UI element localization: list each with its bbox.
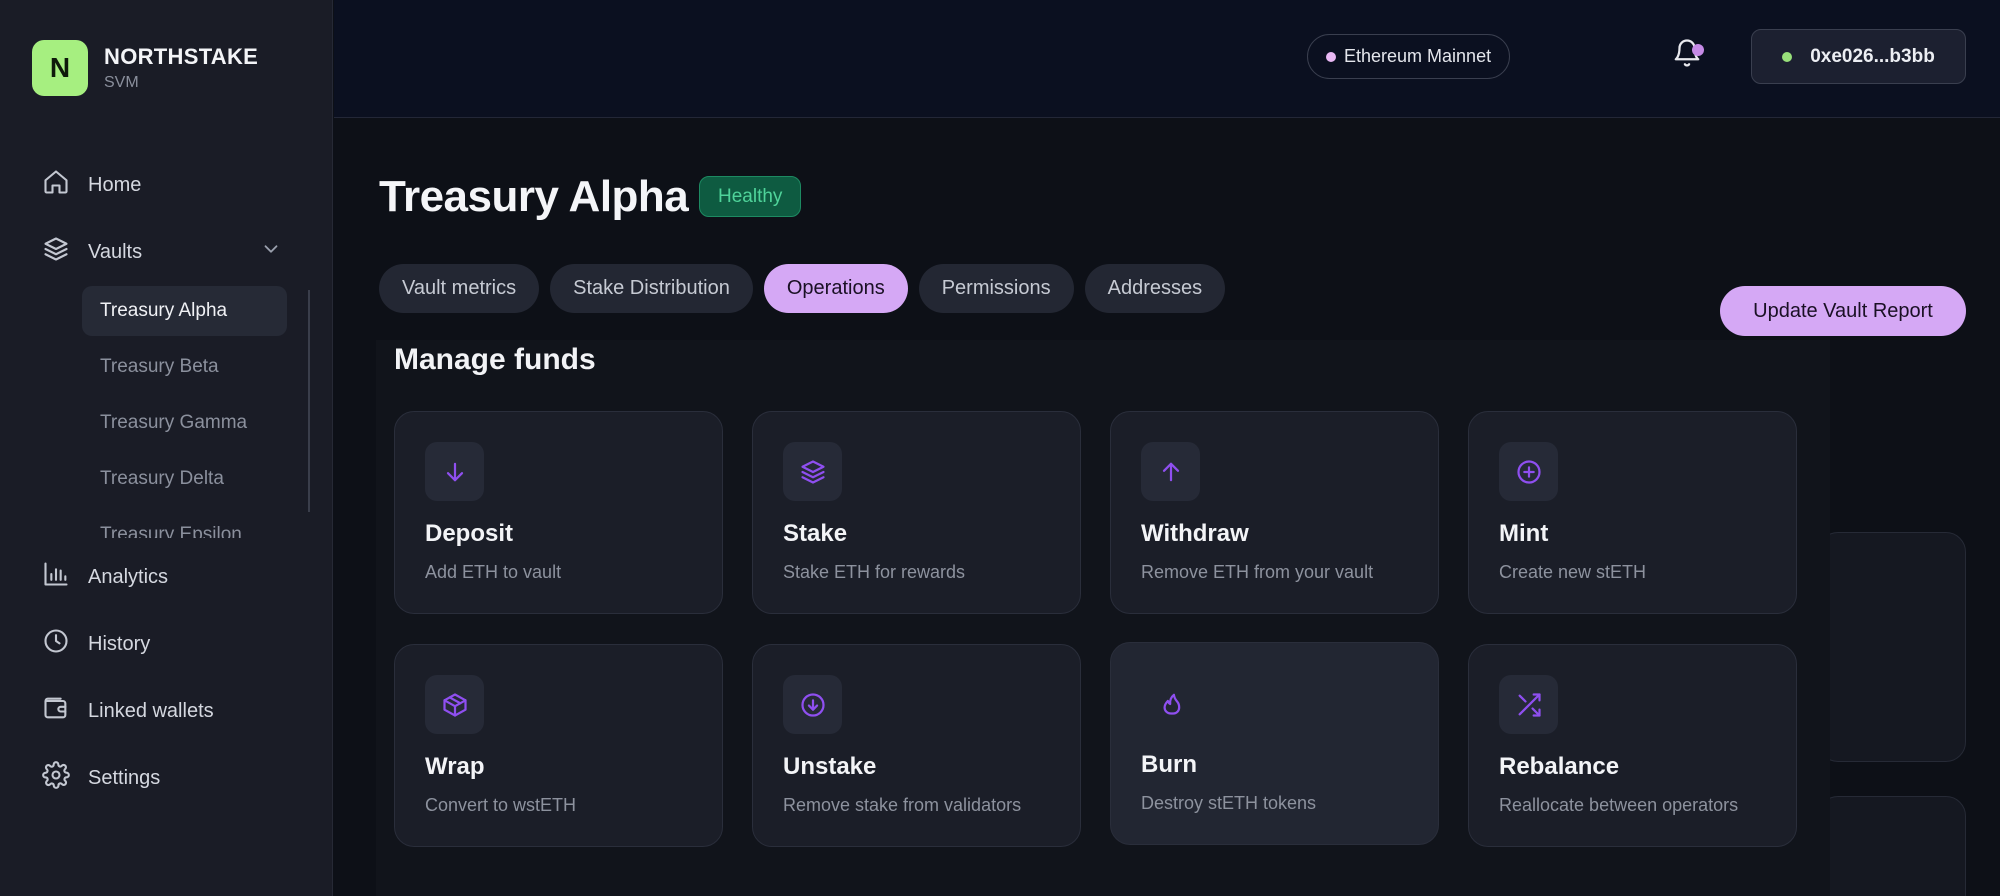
operation-card-deposit[interactable]: Deposit Add ETH to vault bbox=[394, 411, 723, 614]
operation-card-unstake[interactable]: Unstake Remove stake from validators bbox=[752, 644, 1081, 847]
box-icon bbox=[425, 675, 484, 734]
arrow-down-icon bbox=[425, 442, 484, 501]
sidebar-subitem-treasury-delta[interactable]: Treasury Delta bbox=[82, 454, 287, 504]
sidebar-item-vaults[interactable]: Vaults bbox=[42, 235, 142, 269]
operation-description: Create new stETH bbox=[1499, 562, 1647, 582]
sidebar-item-analytics[interactable]: Analytics bbox=[42, 560, 168, 594]
brand-name: NORTHSTAKE bbox=[104, 44, 259, 69]
layers-icon bbox=[42, 235, 70, 269]
brand-subtitle: SVM bbox=[104, 74, 139, 91]
shuffle-icon bbox=[1499, 675, 1558, 734]
wallet-button[interactable]: 0xe026...b3bb bbox=[1751, 29, 1966, 84]
sidebar-subitem-treasury-epsilon[interactable]: Treasury Epsilon bbox=[82, 510, 287, 538]
update-vault-report-button[interactable]: Update Vault Report bbox=[1720, 286, 1966, 336]
tab-permissions[interactable]: Permissions bbox=[918, 264, 1074, 313]
operation-description: Add ETH to vault bbox=[425, 562, 562, 582]
clock-icon bbox=[42, 627, 70, 661]
wallet-icon bbox=[42, 694, 70, 728]
notifications-button[interactable] bbox=[1672, 38, 1708, 74]
sidebar-item-label: History bbox=[88, 632, 151, 655]
sidebar-subitem-treasury-gamma[interactable]: Treasury Gamma bbox=[82, 398, 287, 448]
status-badge: Healthy bbox=[699, 176, 802, 217]
sidebar-item-home[interactable]: Home bbox=[42, 168, 141, 202]
chevron-down-icon[interactable] bbox=[260, 238, 282, 265]
background-card bbox=[1818, 532, 1966, 762]
sidebar-subitem-treasury-alpha[interactable]: Treasury Alpha bbox=[82, 286, 287, 336]
sidebar: N NORTHSTAKE SVM Home Vaults Treasury Al… bbox=[0, 0, 333, 896]
operation-description: Remove ETH from your vault bbox=[1141, 562, 1374, 582]
operation-description: Stake ETH for rewards bbox=[783, 562, 966, 582]
operation-title: Withdraw bbox=[1141, 520, 1249, 547]
layers-icon bbox=[783, 442, 842, 501]
arrow-down-circle-icon bbox=[783, 675, 842, 734]
sidebar-subitem-treasury-beta[interactable]: Treasury Beta bbox=[82, 342, 287, 392]
sidebar-item-history[interactable]: History bbox=[42, 627, 150, 661]
brand-logo: N bbox=[32, 40, 88, 96]
home-icon bbox=[42, 168, 70, 202]
notification-badge bbox=[1692, 44, 1704, 56]
operation-card-stake[interactable]: Stake Stake ETH for rewards bbox=[752, 411, 1081, 614]
tab-vault-metrics[interactable]: Vault metrics bbox=[379, 264, 540, 313]
operation-card-mint[interactable]: Mint Create new stETH bbox=[1468, 411, 1797, 614]
sidebar-item-settings[interactable]: Settings bbox=[42, 761, 160, 795]
operation-card-burn[interactable]: Burn Destroy stETH tokens bbox=[1110, 642, 1439, 845]
gear-icon bbox=[42, 761, 70, 795]
network-status-dot bbox=[1326, 51, 1336, 62]
wallet-status-dot bbox=[1782, 51, 1793, 62]
operation-description: Convert to wstETH bbox=[425, 795, 577, 815]
operation-title: Stake bbox=[783, 520, 848, 547]
tab-operations[interactable]: Operations bbox=[763, 264, 908, 313]
operation-card-withdraw[interactable]: Withdraw Remove ETH from your vault bbox=[1110, 411, 1439, 614]
flame-icon bbox=[1141, 673, 1200, 732]
wallet-address: 0xe026...b3bb bbox=[1810, 45, 1935, 67]
operation-title: Deposit bbox=[425, 520, 514, 547]
network-label: Ethereum Mainnet bbox=[1344, 46, 1492, 66]
tab-stake-distribution[interactable]: Stake Distribution bbox=[550, 264, 753, 313]
brand[interactable]: N NORTHSTAKE SVM bbox=[32, 40, 258, 96]
operation-card-rebalance[interactable]: Rebalance Reallocate between operators bbox=[1468, 644, 1797, 847]
operation-title: Mint bbox=[1499, 520, 1549, 547]
sidebar-item-label: Vaults bbox=[88, 240, 143, 263]
sidebar-item-linked-wallets[interactable]: Linked wallets bbox=[42, 694, 214, 728]
operation-title: Rebalance bbox=[1499, 753, 1620, 780]
operation-title: Wrap bbox=[425, 753, 485, 780]
sidebar-item-label: Analytics bbox=[88, 565, 169, 588]
bar-chart-icon bbox=[42, 560, 70, 594]
plus-circle-icon bbox=[1499, 442, 1558, 501]
operation-description: Reallocate between operators bbox=[1499, 795, 1739, 815]
arrow-up-icon bbox=[1141, 442, 1200, 501]
operation-card-wrap[interactable]: Wrap Convert to wstETH bbox=[394, 644, 723, 847]
sidebar-item-label: Linked wallets bbox=[88, 699, 214, 722]
operation-description: Remove stake from validators bbox=[783, 795, 1022, 815]
sidebar-item-label: Home bbox=[88, 173, 142, 196]
sidebar-item-label: Settings bbox=[88, 766, 161, 789]
network-selector[interactable]: Ethereum Mainnet bbox=[1307, 34, 1511, 79]
operation-title: Unstake bbox=[783, 753, 877, 780]
background-card bbox=[1818, 796, 1966, 896]
section-title: Manage funds bbox=[394, 343, 596, 376]
tab-addresses[interactable]: Addresses bbox=[1084, 264, 1226, 313]
bell-icon bbox=[1672, 39, 1702, 72]
sublist-scrollbar[interactable] bbox=[308, 290, 310, 512]
operation-title: Burn bbox=[1141, 751, 1197, 778]
operation-description: Destroy stETH tokens bbox=[1141, 793, 1317, 813]
vault-sublist: Treasury Alpha Treasury Beta Treasury Ga… bbox=[82, 286, 312, 538]
page-title: Treasury Alpha bbox=[379, 172, 689, 221]
tab-bar: Vault metrics Stake Distribution Operati… bbox=[379, 264, 1236, 313]
